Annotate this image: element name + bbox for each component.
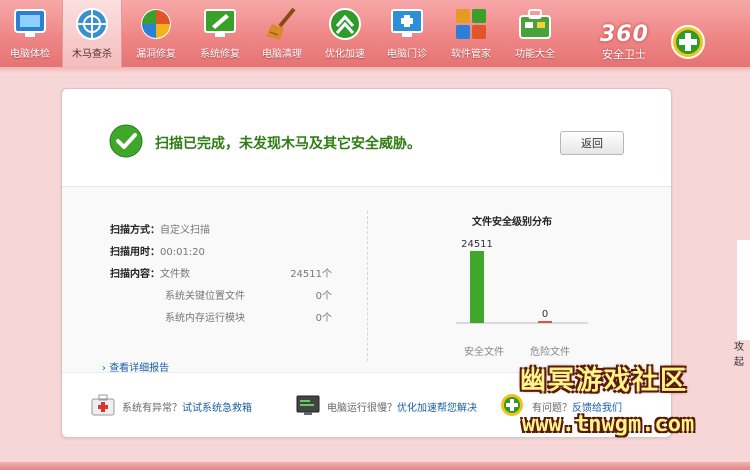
terminal-monitor-icon	[295, 393, 321, 417]
tool-computer-clinic[interactable]: 电脑门诊	[377, 0, 437, 68]
scan-time-row: 扫描用时：00:01:20	[110, 243, 205, 258]
footer-text: 电脑运行很慢？	[327, 403, 397, 414]
chart-bar	[470, 251, 484, 323]
chart-data-label: 0	[542, 309, 548, 320]
background-window-edge	[737, 240, 750, 340]
section-divider	[367, 211, 368, 361]
file-safety-chart: 24511 0	[456, 239, 588, 324]
tool-label: 电脑体检	[10, 49, 50, 60]
watermark-site-url: www.tnwgm.com	[522, 412, 695, 437]
tool-system-repair[interactable]: 系统修复	[190, 0, 250, 68]
scan-details: 扫描方式：自定义扫描 扫描用时：00:01:20 扫描内容：文件数 24511个…	[62, 187, 671, 374]
back-button[interactable]: 返回	[560, 131, 624, 155]
tool-all-features[interactable]: 功能大全	[505, 0, 565, 68]
scan-method-label: 扫描方式：	[110, 225, 160, 236]
repair-monitor-icon	[202, 6, 238, 42]
content-item-name: 文件数	[160, 269, 190, 280]
speedup-icon	[327, 6, 363, 42]
scan-time-label: 扫描用时：	[110, 247, 160, 258]
brand-plus-icon	[670, 24, 706, 60]
tool-vulnerability-fix[interactable]: 漏洞修复	[126, 0, 186, 68]
windows-shield-icon	[138, 6, 174, 42]
scan-time-value: 00:01:20	[160, 247, 205, 258]
chart-data-label: 24511	[461, 239, 493, 250]
chart-title: 文件安全级别分布	[472, 217, 552, 228]
scan-method-row: 扫描方式：自定义扫描	[110, 221, 210, 236]
monitor-icon	[12, 6, 48, 42]
clinic-monitor-icon	[389, 6, 425, 42]
result-header: 扫描已完成，未发现木马及其它安全威胁。 返回	[62, 89, 671, 187]
tool-label: 木马查杀	[72, 49, 112, 60]
broom-icon	[264, 6, 300, 42]
chart-bar	[538, 321, 552, 323]
brand-name: 360	[600, 22, 649, 47]
content-item-name: 系统关键位置文件	[165, 291, 245, 302]
content-item-value: 24511个	[290, 269, 332, 280]
tool-label: 系统修复	[200, 49, 240, 60]
tool-label: 功能大全	[515, 49, 555, 60]
tool-label: 优化加速	[325, 49, 365, 60]
scan-content-label: 扫描内容：	[110, 269, 160, 280]
tool-computer-checkup[interactable]: 电脑体检	[0, 0, 60, 68]
watermark-site-name: 幽冥游戏社区	[520, 366, 689, 396]
scan-content-row: 扫描内容：文件数	[110, 265, 190, 280]
tool-computer-cleanup[interactable]: 电脑清理	[252, 0, 312, 68]
result-title: 扫描已完成，未发现木马及其它安全威胁。	[155, 136, 421, 152]
brand-subtitle: 安全卫士	[602, 48, 646, 61]
scan-method-value: 自定义扫描	[160, 225, 210, 236]
tool-label: 软件管家	[451, 49, 491, 60]
chart-category-label: 安全文件	[464, 347, 504, 358]
check-icon	[109, 124, 143, 158]
tool-trojan-scan[interactable]: 木马查杀	[62, 0, 122, 68]
tool-label: 电脑门诊	[387, 49, 427, 60]
tool-software-manager[interactable]: 软件管家	[441, 0, 501, 68]
main-toolbar: 电脑体检 木马查杀 漏洞修复 系统修复 电脑清理 优化加速 电脑门诊 软件管家 …	[0, 0, 750, 73]
tool-label: 漏洞修复	[136, 49, 176, 60]
content-item-value: 0个	[315, 291, 332, 302]
first-aid-kit-link[interactable]: 试试系统急救箱	[182, 403, 252, 414]
bottom-status-strip	[0, 462, 750, 470]
tool-label: 电脑清理	[262, 49, 302, 60]
first-aid-kit-icon	[90, 393, 116, 417]
content-item-name: 系统内存运行模块	[165, 313, 245, 324]
target-icon	[74, 6, 110, 42]
footer-text: 系统有异常？	[122, 403, 182, 414]
optimize-speedup-link[interactable]: 优化加速帮您解决	[397, 403, 477, 414]
tool-optimize-speedup[interactable]: 优化加速	[315, 0, 375, 68]
chart-category-label: 危险文件	[530, 347, 570, 358]
content-item-value: 0个	[315, 313, 332, 324]
software-grid-icon	[453, 6, 489, 42]
toolbox-icon	[517, 6, 553, 42]
brand-logo: 360 安全卫士	[600, 4, 720, 64]
